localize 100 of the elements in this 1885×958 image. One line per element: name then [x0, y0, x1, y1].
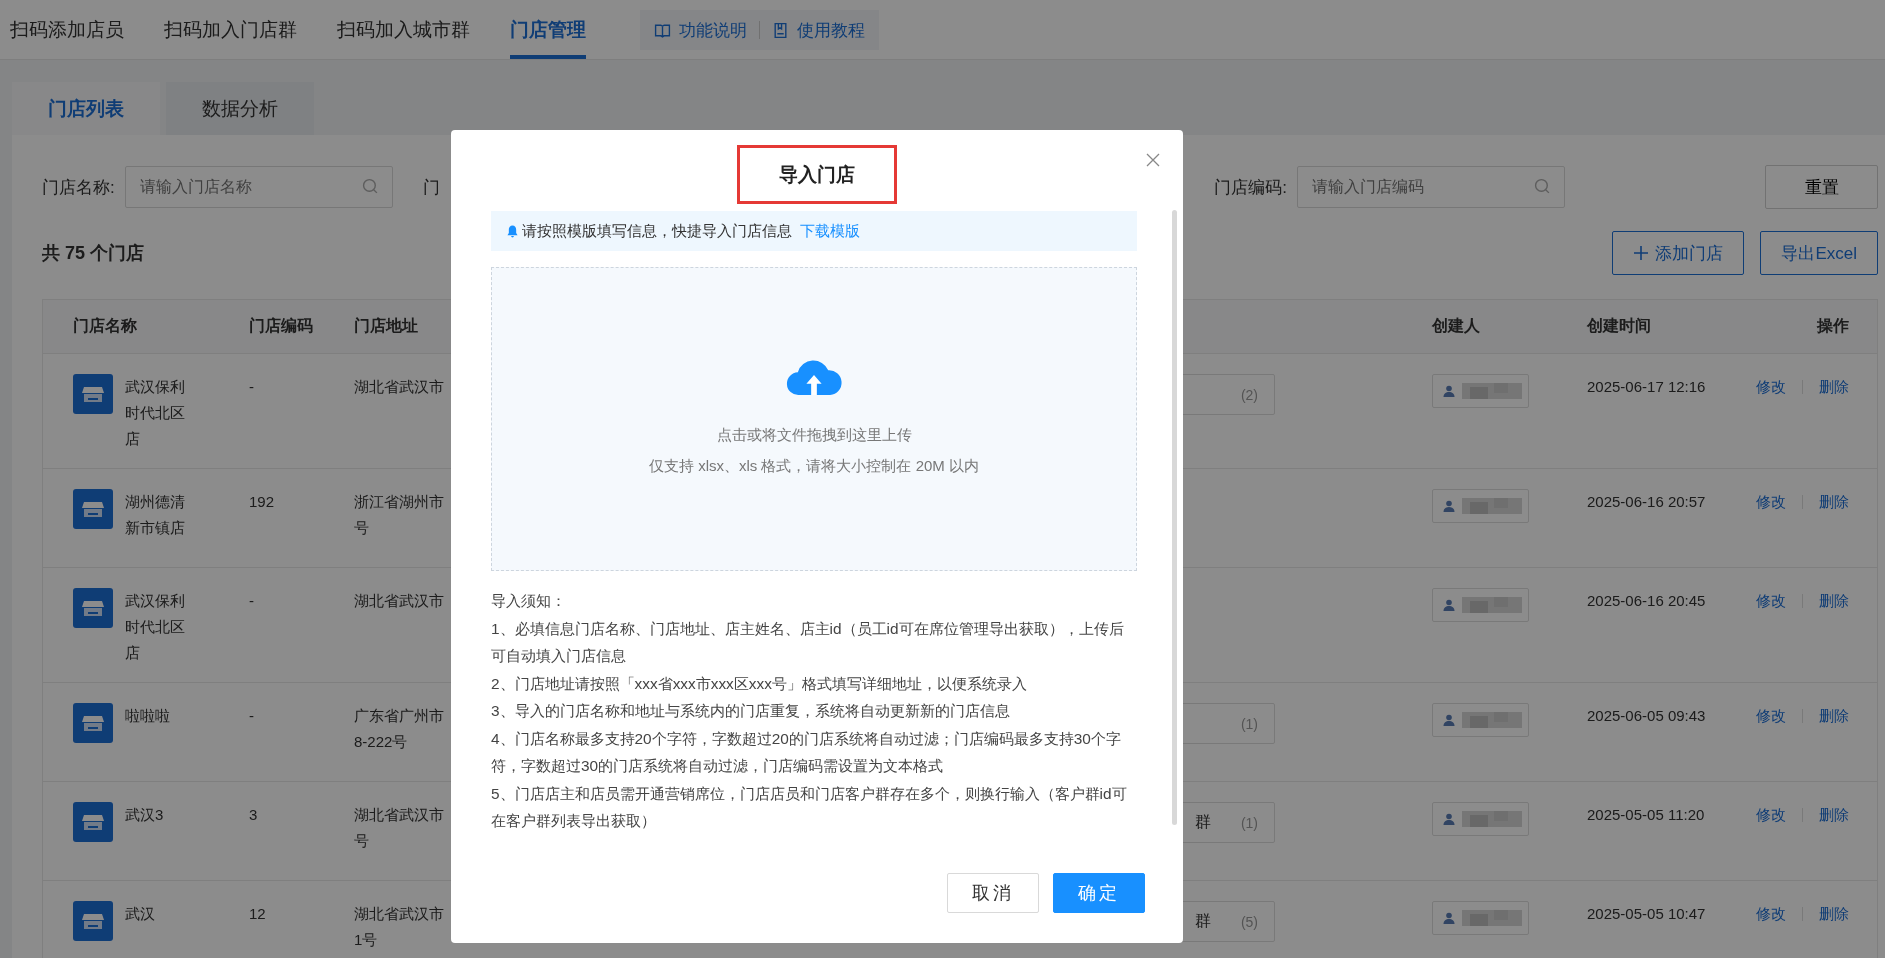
table-cell-text: 湖北省武汉市	[354, 904, 444, 924]
row-action-link[interactable]: 删除	[1819, 802, 1849, 828]
column-header: 门店编码	[249, 316, 314, 336]
cancel-button[interactable]: 取消	[947, 873, 1039, 913]
reset-button[interactable]: 重置	[1765, 165, 1878, 209]
store-count: 共 75 个门店	[42, 242, 145, 265]
column-header: 操作	[1815, 316, 1849, 336]
close-icon[interactable]	[1145, 152, 1161, 168]
upload-hint: 点击或将文件拖拽到这里上传	[716, 426, 912, 445]
table-cell-text: 武汉	[125, 904, 156, 924]
store-name-search-field[interactable]: 请输入门店名称	[124, 166, 393, 208]
table-cell-text: 湖北省武汉市	[354, 591, 444, 611]
store-icon	[73, 588, 113, 628]
table-cell-text: 武汉保利时代北区店	[125, 591, 186, 663]
scrollbar[interactable]	[1172, 210, 1177, 825]
table-cell-text: 1号	[354, 930, 378, 950]
nav-tab[interactable]: 门店管理	[510, 0, 586, 59]
plus-icon	[1633, 245, 1650, 261]
person-icon	[1443, 813, 1455, 825]
table-cell-text: 武汉保利时代北区店	[125, 377, 186, 449]
cloud-upload-icon	[785, 358, 843, 396]
bell-icon	[507, 224, 518, 238]
confirm-button[interactable]: 确定	[1053, 873, 1145, 913]
filter-label: 门店名称:	[42, 176, 115, 199]
add-store-button[interactable]: 添加门店	[1612, 231, 1745, 275]
import-note: 3、导入的门店名称和地址与系统内的门店重复，系统将自动更新新的门店信息	[491, 701, 1011, 721]
person-icon	[1443, 912, 1455, 924]
table-cell-text: 192	[249, 492, 276, 512]
dialog-title: 导入门店	[737, 145, 897, 204]
redacted-name	[1461, 809, 1523, 829]
row-action-link[interactable]: 修改	[1756, 703, 1786, 729]
sub-tab[interactable]: 数据分析	[166, 82, 314, 135]
person-icon	[1443, 599, 1455, 611]
table-cell-text: 湖北省武汉市	[354, 805, 444, 825]
table-cell-text: 3	[249, 805, 259, 825]
table-cell-text: 广东省广州市	[354, 706, 444, 726]
sub-tab[interactable]: 门店列表	[12, 82, 160, 135]
search-icon	[361, 178, 379, 195]
nav-tab[interactable]: 扫码加入门店群	[164, 0, 297, 59]
person-icon	[1443, 500, 1455, 512]
nav-tab[interactable]: 扫码加入城市群	[337, 0, 470, 59]
import-note: 1、必填信息门店名称、门店地址、店主姓名、店主id（员工id可在席位管理导出获取），上传后可自动填入门店信息	[491, 618, 1125, 666]
store-icon	[73, 489, 113, 529]
row-action-link[interactable]: 修改	[1756, 901, 1786, 927]
row-action-link[interactable]: 修改	[1756, 374, 1786, 400]
upload-format-note: 仅支持 xlsx、xls 格式，请将大小控制在 20M 以内	[649, 457, 979, 476]
row-action-link[interactable]: 修改	[1756, 489, 1786, 515]
table-cell-text: 2025-06-16 20:57	[1587, 492, 1707, 512]
table-cell-text: 湖州德清新市镇店	[125, 492, 186, 538]
table-cell-text: 2025-06-05 09:43	[1587, 706, 1707, 726]
table-cell-text: 2025-05-05 10:47	[1587, 904, 1707, 924]
table-cell-text: 2025-05-05 11:20	[1587, 805, 1706, 825]
row-action-link[interactable]: 删除	[1819, 703, 1849, 729]
column-header: 创建时间	[1587, 316, 1652, 336]
search-icon	[1534, 178, 1551, 195]
filter-label: 门店编码:	[1214, 176, 1287, 199]
redacted-name	[1461, 710, 1523, 730]
redacted-name	[1461, 908, 1523, 928]
download-template-link[interactable]: 下载模版	[800, 221, 860, 241]
redacted-name	[1461, 496, 1523, 516]
upload-drop-zone[interactable]: 点击或将文件拖拽到这里上传 仅支持 xlsx、xls 格式，请将大小控制在 20M 以内	[491, 267, 1137, 571]
table-cell-text: 啦啦啦	[125, 706, 171, 726]
store-code-search-field[interactable]: 请输入门店编码	[1297, 166, 1565, 208]
row-action-link[interactable]: 删除	[1819, 588, 1849, 614]
table-cell-text: -	[249, 377, 255, 397]
table-cell-text: 浙江省湖州市	[354, 492, 444, 512]
row-action-link[interactable]: 删除	[1819, 374, 1849, 400]
column-header: 创建人	[1432, 316, 1481, 336]
import-note: 2、门店地址请按照「xxx省xxx市xxx区xxx号」格式填写详细地址，以便系统录入	[491, 673, 1028, 694]
table-cell-text: 12	[249, 904, 267, 924]
book-icon	[654, 21, 671, 39]
redacted-name	[1461, 595, 1523, 615]
row-action-link[interactable]: 修改	[1756, 588, 1786, 614]
table-cell-text: 武汉3	[125, 805, 165, 825]
table-cell-text: 号	[354, 831, 369, 851]
nav-tab[interactable]: 扫码添加店员	[10, 0, 124, 59]
table-cell-text: -	[249, 706, 255, 726]
redacted-name	[1461, 381, 1523, 401]
table-cell-text: 2025-06-16 20:45	[1587, 591, 1707, 611]
table-cell-text: 号	[354, 518, 369, 538]
notes-title: 导入须知：	[491, 591, 567, 611]
notice-text: 请按照模版填写信息，快捷导入门店信息	[522, 221, 792, 241]
export-excel-button[interactable]: 导出Excel	[1760, 231, 1878, 275]
row-action-link[interactable]: 删除	[1819, 489, 1849, 515]
filter-label: 门	[422, 176, 440, 199]
store-icon	[73, 374, 113, 414]
document-icon	[772, 21, 789, 39]
help-link[interactable]: 功能说明	[679, 18, 747, 42]
store-icon	[73, 802, 113, 842]
table-cell-text: 湖北省武汉市	[354, 377, 444, 397]
column-header: 门店名称	[73, 316, 138, 336]
table-cell-text: 8-222号	[354, 732, 408, 752]
row-action-link[interactable]: 删除	[1819, 901, 1849, 927]
row-action-link[interactable]: 修改	[1756, 802, 1786, 828]
person-icon	[1443, 385, 1455, 397]
person-icon	[1443, 714, 1455, 726]
store-icon	[73, 703, 113, 743]
table-cell-text: -	[249, 591, 255, 611]
help-link[interactable]: 使用教程	[797, 18, 865, 42]
table-cell-text: 2025-06-17 12:16	[1587, 377, 1707, 397]
